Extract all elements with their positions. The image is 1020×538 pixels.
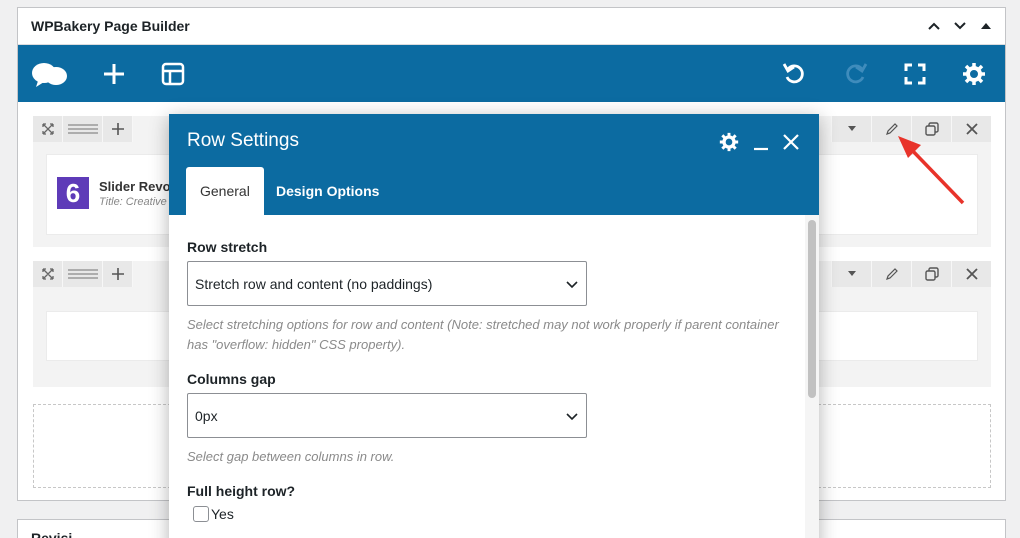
builder-toolbar <box>18 45 1005 102</box>
add-element-icon[interactable] <box>94 45 134 102</box>
modal-title: Row Settings <box>187 130 299 151</box>
row-controls-right <box>831 261 991 287</box>
expand-icon[interactable] <box>33 261 63 287</box>
tab-design-options[interactable]: Design Options <box>262 167 393 215</box>
undo-icon[interactable] <box>775 45 815 102</box>
metabox-controls <box>925 16 995 36</box>
add-column-icon[interactable] <box>103 261 133 287</box>
fullscreen-icon[interactable] <box>895 45 935 102</box>
row-controls-right <box>831 116 991 142</box>
modal-settings-icon[interactable] <box>719 132 739 157</box>
edit-row-pencil-icon[interactable] <box>871 261 911 287</box>
element-subtitle: Title: Creative <box>99 195 167 208</box>
delete-row-icon[interactable] <box>951 261 991 287</box>
redo-icon[interactable] <box>835 45 875 102</box>
metabox-title: WPBakery Page Builder <box>31 18 190 34</box>
columns-gap-label: Columns gap <box>187 371 276 387</box>
row-dropdown-icon[interactable] <box>831 261 871 287</box>
settings-icon[interactable] <box>954 45 994 102</box>
element-title: Slider Revo <box>99 178 171 194</box>
columns-gap-help: Select gap between columns in row. <box>187 449 395 464</box>
metabox-header: WPBakery Page Builder <box>18 8 1005 45</box>
row-stretch-help: Select stretching options for row and co… <box>187 317 779 352</box>
revolution-slider-icon: 6 <box>57 177 89 209</box>
modal-header: Row Settings General Design Options <box>169 114 819 215</box>
logo-icon[interactable] <box>30 45 70 102</box>
row-settings-modal: Row Settings General Design Options Row … <box>169 114 819 538</box>
move-down-icon[interactable] <box>951 16 969 36</box>
columns-gap-select[interactable]: 0px <box>187 393 587 438</box>
clone-row-icon[interactable] <box>911 261 951 287</box>
full-height-checkbox-row: Yes <box>193 506 234 522</box>
row-dropdown-icon[interactable] <box>831 116 871 142</box>
drag-handle-icon[interactable] <box>63 261 103 287</box>
row-controls-left <box>33 261 133 287</box>
templates-icon[interactable] <box>153 45 193 102</box>
revisions-title: Revisi <box>31 530 73 538</box>
expand-icon[interactable] <box>33 116 63 142</box>
collapse-toggle-icon[interactable] <box>977 16 995 36</box>
delete-row-icon[interactable] <box>951 116 991 142</box>
modal-body: Row stretch Stretch row and content (no … <box>169 215 805 538</box>
add-column-icon[interactable] <box>103 116 133 142</box>
row-controls-left <box>33 116 133 142</box>
modal-actions <box>719 132 799 157</box>
clone-row-icon[interactable] <box>911 116 951 142</box>
drag-handle-icon[interactable] <box>63 116 103 142</box>
edit-row-pencil-icon[interactable] <box>871 116 911 142</box>
full-height-checkbox[interactable] <box>193 506 209 522</box>
row-stretch-select[interactable]: Stretch row and content (no paddings) <box>187 261 587 306</box>
row-stretch-label: Row stretch <box>187 239 268 255</box>
full-height-checkbox-label[interactable]: Yes <box>211 506 234 522</box>
tab-general[interactable]: General <box>186 167 264 215</box>
scrollbar-thumb[interactable] <box>808 220 816 398</box>
chevron-down-icon <box>566 408 578 424</box>
minimize-icon[interactable] <box>753 132 769 157</box>
full-height-label: Full height row? <box>187 483 296 499</box>
close-icon[interactable] <box>783 134 799 155</box>
move-up-icon[interactable] <box>925 16 943 36</box>
columns-gap-value: 0px <box>195 407 218 424</box>
chevron-down-icon <box>566 276 578 292</box>
row-stretch-value: Stretch row and content (no paddings) <box>195 275 433 292</box>
